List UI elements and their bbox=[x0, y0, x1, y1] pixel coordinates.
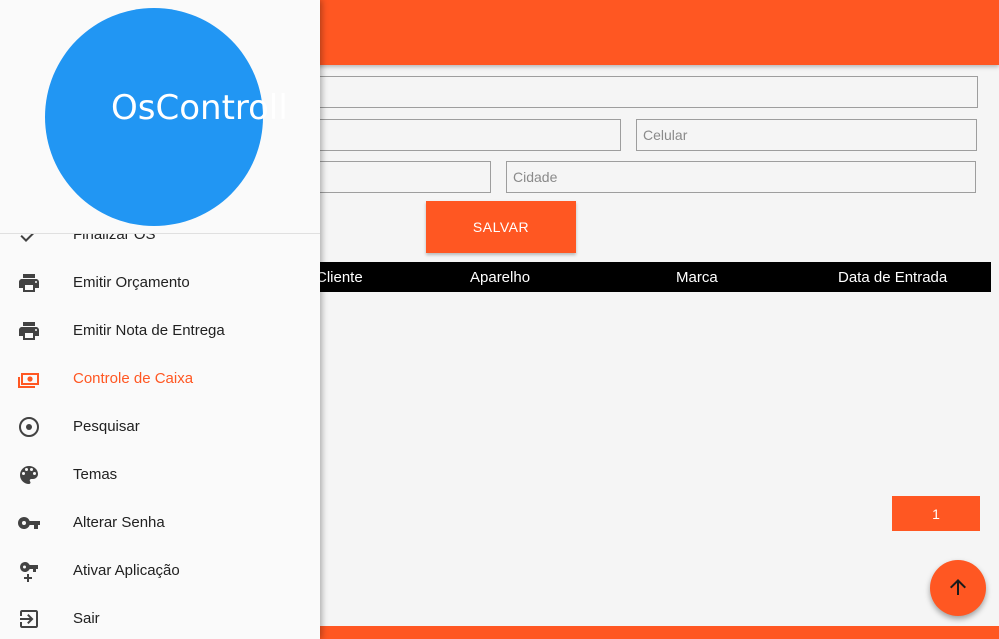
cidade-field[interactable] bbox=[506, 161, 976, 193]
column-header-cliente[interactable]: Cliente bbox=[316, 269, 363, 286]
menu-item-label: Emitir Nota de Entrega bbox=[73, 322, 225, 339]
menu-item-label: Alterar Senha bbox=[73, 514, 165, 531]
printer-icon bbox=[17, 319, 41, 343]
printer-icon bbox=[17, 271, 41, 295]
menu-item-pesquisar[interactable]: Pesquisar bbox=[0, 403, 320, 451]
logo-text: OsControll bbox=[111, 88, 288, 128]
menu-item-emitir-nota-entrega[interactable]: Emitir Nota de Entrega bbox=[0, 307, 320, 355]
menu-item-label: Temas bbox=[73, 466, 118, 483]
scroll-top-button[interactable] bbox=[930, 560, 986, 616]
navigation-drawer: Finalizar OS OsControll Emitir Orçamento… bbox=[0, 0, 320, 639]
menu-item-temas[interactable]: Temas bbox=[0, 451, 320, 499]
phone-field[interactable] bbox=[300, 119, 621, 151]
menu-item-label: Sair bbox=[73, 610, 100, 627]
arrow-up-icon bbox=[946, 575, 970, 602]
menu-item-emitir-orcamento[interactable]: Emitir Orçamento bbox=[0, 259, 320, 307]
column-header-marca[interactable]: Marca bbox=[676, 269, 718, 286]
palette-icon bbox=[17, 463, 41, 487]
menu-item-alterar-senha[interactable]: Alterar Senha bbox=[0, 499, 320, 547]
drawer-header: OsControll bbox=[0, 0, 320, 234]
money-icon bbox=[17, 367, 41, 391]
page-button[interactable]: 1 bbox=[892, 496, 980, 531]
menu-item-controle-caixa[interactable]: Controle de Caixa bbox=[0, 355, 320, 403]
menu-item-label: Controle de Caixa bbox=[73, 370, 194, 387]
key-icon bbox=[17, 511, 41, 535]
menu-item-sair[interactable]: Sair bbox=[0, 595, 320, 639]
exit-icon bbox=[17, 607, 41, 631]
key-plus-icon bbox=[17, 559, 41, 583]
save-button[interactable]: SALVAR bbox=[426, 201, 576, 253]
address-field[interactable] bbox=[300, 161, 491, 193]
app-logo: OsControll bbox=[45, 8, 288, 226]
celular-field[interactable] bbox=[636, 119, 977, 151]
name-field[interactable] bbox=[300, 76, 978, 108]
column-header-data-entrada[interactable]: Data de Entrada bbox=[838, 269, 947, 286]
column-header-aparelho[interactable]: Aparelho bbox=[470, 269, 530, 286]
menu-item-ativar-aplicacao[interactable]: Ativar Aplicação bbox=[0, 547, 320, 595]
menu-item-label: Pesquisar bbox=[73, 418, 140, 435]
menu-item-label: Ativar Aplicação bbox=[73, 562, 180, 579]
radio-target-icon bbox=[17, 415, 41, 439]
menu-item-label: Emitir Orçamento bbox=[73, 274, 190, 291]
